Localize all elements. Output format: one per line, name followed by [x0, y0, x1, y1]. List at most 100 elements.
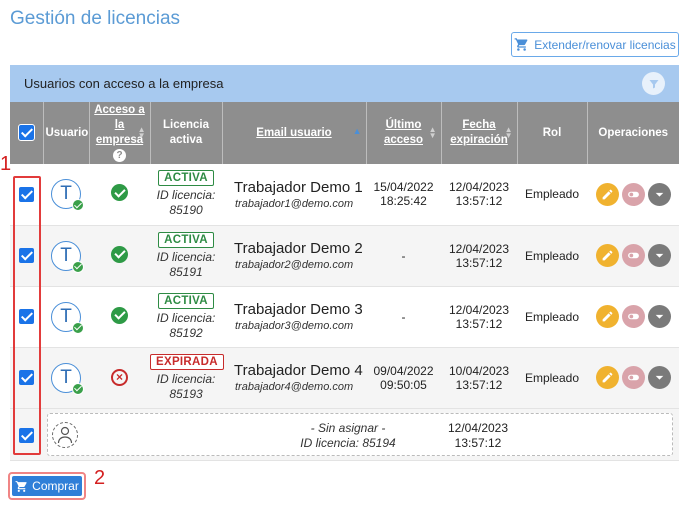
avatar-cell: T: [43, 286, 89, 348]
last-access-date: 15/04/2022: [373, 180, 434, 195]
chevron-down-icon: [655, 192, 663, 197]
chevron-down-icon: [655, 253, 663, 258]
expiration-cell: 12/04/2023 13:57:12: [441, 164, 517, 226]
avatar-initial: T: [60, 183, 72, 205]
toggle-icon: [627, 374, 639, 381]
access-granted-icon: [111, 306, 128, 324]
extend-licenses-button[interactable]: Extender/renovar licencias: [511, 32, 679, 57]
edit-button[interactable]: [595, 305, 619, 328]
unassigned-exp-date: 12/04/2023: [447, 421, 509, 435]
annotation-marker-1: 1: [0, 153, 12, 175]
buy-button[interactable]: Comprar: [12, 476, 82, 496]
last-access-date: -: [401, 309, 406, 324]
avatar[interactable]: T: [51, 179, 84, 212]
header-acceso[interactable]: Acceso a la empresa ? ▲ ▼: [89, 102, 151, 164]
avatar-cell: T: [43, 164, 89, 226]
more-options-button[interactable]: [647, 366, 671, 389]
cart-icon: [514, 38, 528, 51]
more-options-button[interactable]: [647, 244, 671, 267]
user-name: Trabajador Demo 2: [234, 240, 363, 257]
edit-button[interactable]: [595, 244, 619, 267]
role-cell: Empleado: [517, 225, 587, 287]
help-icon[interactable]: ?: [113, 149, 126, 162]
user-cell: Trabajador Demo 2 trabajador2@demo.com: [222, 225, 366, 287]
toggle-access-button[interactable]: [621, 305, 645, 328]
toggle-access-button[interactable]: [621, 366, 645, 389]
select-all-checkbox[interactable]: [17, 124, 35, 142]
cart-icon: [15, 480, 27, 492]
last-access-cell: 15/04/2022 18:25:42: [366, 164, 441, 226]
user-email: trabajador2@demo.com: [235, 259, 354, 271]
unassigned-expiration: 12/04/2023 13:57:12: [433, 421, 523, 451]
pencil-icon: [602, 372, 612, 383]
checkbox-highlight: [13, 176, 41, 455]
table-row: T ACTIVA ID licencia: 85191 Trabajador Demo …: [10, 225, 679, 287]
last-access-cell: -: [366, 286, 441, 348]
header-select-all[interactable]: [10, 102, 44, 164]
page-title: Gestión de licencias: [10, 8, 181, 29]
buy-label: Comprar: [32, 479, 79, 493]
avatar[interactable]: T: [51, 240, 84, 273]
role-cell: Empleado: [517, 347, 587, 409]
header-rol: Rol: [517, 102, 588, 164]
unassigned-user-icon[interactable]: [52, 422, 78, 448]
header-expiracion-label: Fecha expiración: [450, 119, 508, 146]
avatar-cell: T: [43, 347, 89, 409]
avatar-cell: T: [43, 225, 89, 287]
buy-highlight: Comprar: [8, 472, 86, 500]
role-cell: Empleado: [517, 286, 587, 348]
last-access-time: 18:25:42: [380, 194, 427, 209]
edit-button[interactable]: [595, 366, 619, 389]
user-name: Trabajador Demo 1: [234, 178, 363, 196]
verified-icon: [72, 321, 84, 334]
annotation-marker-2: 2: [94, 467, 106, 489]
user-email: trabajador4@demo.com: [235, 381, 354, 393]
expiration-date: 10/04/2023: [448, 363, 510, 378]
header-email[interactable]: Email usuario ▲: [222, 102, 367, 164]
verified-icon: [72, 199, 84, 212]
license-id: 85192: [169, 325, 203, 340]
table-row: T × EXPIRADA ID licencia: 85193 Trabajador De…: [10, 347, 679, 409]
toggle-icon: [627, 191, 639, 197]
expiration-date: 12/04/2023: [448, 241, 510, 256]
header-ultimo-acceso[interactable]: Último acceso ▲ ▼: [366, 102, 442, 164]
license-cell: ACTIVA ID licencia: 85190: [150, 164, 222, 226]
user-email: trabajador1@demo.com: [235, 197, 354, 210]
unassigned-license-row: - Sin asignar - ID licencia: 85194 12/04…: [47, 413, 673, 456]
users-table: Usuario Acceso a la empresa ? ▲ ▼ Licenci…: [10, 102, 679, 461]
last-access-cell: 09/04/2022 09:50:05: [366, 347, 441, 409]
last-access-cell: -: [366, 225, 441, 287]
filter-button[interactable]: [642, 72, 665, 95]
license-id: 85193: [169, 386, 203, 401]
license-cell: ACTIVA ID licencia: 85191: [150, 225, 222, 287]
user-cell: Trabajador Demo 4 trabajador4@demo.com: [222, 347, 366, 409]
sort-icon: ▲ ▼: [428, 125, 437, 140]
header-email-label: Email usuario: [256, 126, 332, 139]
panel-title: Usuarios con acceso a la empresa: [24, 76, 224, 91]
avatar-initial: T: [60, 366, 72, 388]
toggle-access-button[interactable]: [621, 182, 645, 206]
sort-asc-icon: ▲: [352, 126, 362, 136]
more-options-button[interactable]: [647, 305, 671, 328]
license-status-badge: ACTIVA: [158, 292, 214, 309]
panel-header: Usuarios con acceso a la empresa: [10, 65, 679, 102]
table-row: T ACTIVA ID licencia: 85192 Trabajador Demo …: [10, 286, 679, 348]
header-usuario: Usuario: [43, 102, 90, 164]
user-cell: Trabajador Demo 3 trabajador3@demo.com: [222, 286, 366, 348]
license-cell: ACTIVA ID licencia: 85192: [150, 286, 222, 348]
access-granted-icon: [111, 245, 128, 263]
header-fecha-expiracion[interactable]: Fecha expiración ▲ ▼: [441, 102, 518, 164]
toggle-access-button[interactable]: [621, 244, 645, 267]
license-status-badge: ACTIVA: [158, 231, 214, 248]
expiration-time: 13:57:12: [455, 194, 503, 209]
more-options-button[interactable]: [647, 182, 671, 206]
edit-button[interactable]: [595, 182, 619, 206]
expiration-time: 13:57:12: [455, 377, 503, 392]
license-status-badge: EXPIRADA: [150, 353, 224, 370]
operations-cell: [587, 347, 679, 409]
expiration-cell: 12/04/2023 13:57:12: [441, 225, 517, 287]
pencil-icon: [602, 189, 612, 200]
sort-icon: ▲ ▼: [504, 125, 513, 140]
avatar[interactable]: T: [51, 362, 84, 395]
avatar[interactable]: T: [51, 301, 84, 334]
